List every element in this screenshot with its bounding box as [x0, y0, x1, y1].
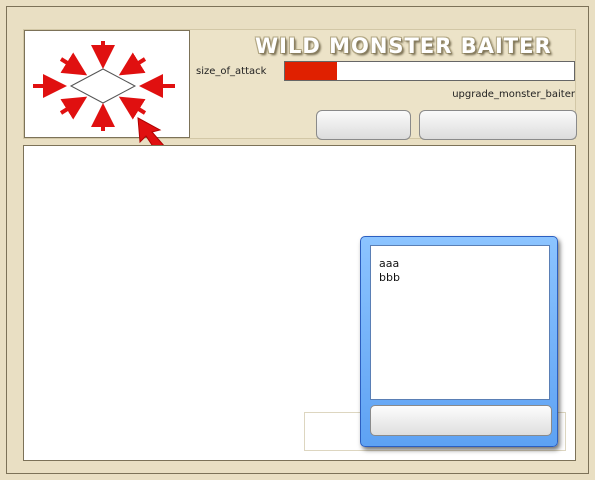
list-item[interactable]: bbb: [379, 271, 541, 285]
attack-size-progress-bar: [284, 61, 575, 81]
popup-window: aaa bbb: [360, 236, 558, 447]
popup-list[interactable]: aaa bbb: [370, 245, 550, 400]
popup-button[interactable]: [370, 405, 552, 436]
upgrade-monster-baiter-label: upgrade_monster_baiter: [452, 89, 575, 100]
size-of-attack-label: size_of_attack: [196, 66, 267, 77]
attack-size-progress-fill: [285, 62, 338, 80]
list-item[interactable]: aaa: [379, 257, 541, 271]
upgrade-button[interactable]: [419, 110, 577, 140]
app-title-logo: WILD MONSTER BAITER: [255, 34, 552, 58]
action-button-1[interactable]: [316, 110, 411, 140]
